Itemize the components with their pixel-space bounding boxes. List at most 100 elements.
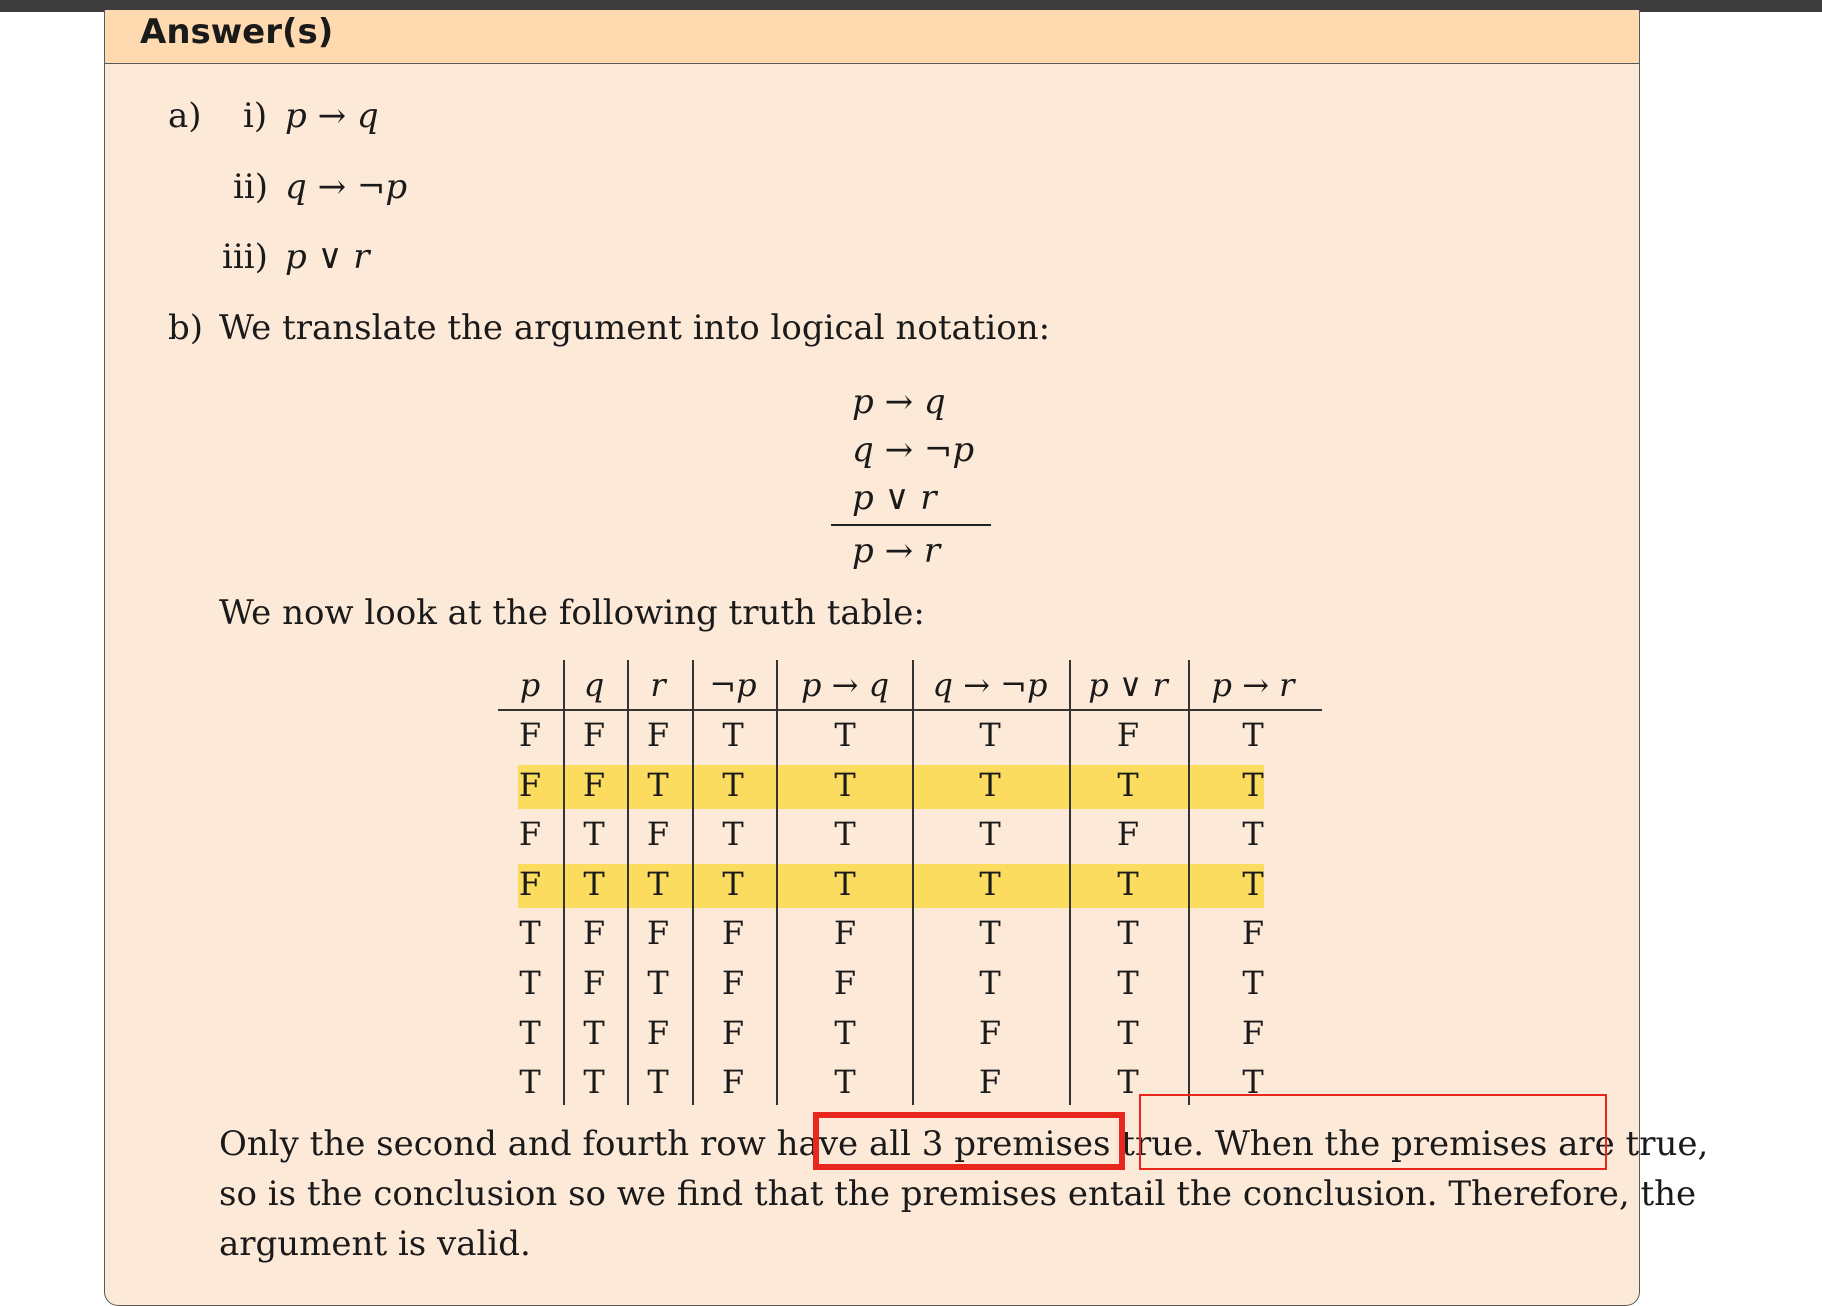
table-cell-r7-c1: T [519,1013,541,1052]
table-cell-r2-c5: T [834,765,856,804]
table-header-3: r [650,666,666,704]
table-cell-r6-c2: F [582,964,606,1002]
highlighted-row-2 [518,764,1264,809]
table-cell-r1-c6: T [979,716,1001,754]
table-cell-r3-c8: T [1242,815,1264,854]
table-header-rule [498,709,1322,711]
table-cell-r3-c6: T [979,815,1001,854]
table-cell-r4-c5: T [834,864,856,903]
table-cell-r6-c1: T [519,964,541,1002]
table-header-8: p → r [1211,666,1295,704]
table-cell-r4-c4: T [722,864,744,903]
table-cell-r5-c6: T [979,914,1001,953]
table-column-separator-6 [1069,660,1071,1105]
table-cell-r3-c2: T [583,815,605,854]
table-cell-r8-c3: T [647,1063,669,1102]
highlighted-row-4 [518,863,1264,908]
table-cell-r4-c8: T [1242,864,1264,903]
table-cell-r1-c4: T [722,716,744,754]
table-cell-r8-c7: T [1117,1063,1139,1102]
part-b-label: b) [168,308,204,348]
table-cell-r4-c7: T [1117,864,1139,903]
table-cell-r5-c7: T [1117,914,1139,953]
part-a-item-1-expression: p → q [285,96,379,136]
table-cell-r3-c5: T [834,815,856,854]
table-cell-r2-c4: T [722,765,744,804]
table-cell-r8-c4: F [721,1063,745,1102]
part-a-item-3-expression: p ∨ r [285,237,370,277]
table-header-6: q → ¬p [932,666,1048,704]
table-cell-r8-c6: F [978,1063,1002,1102]
table-cell-r6-c5: F [833,964,857,1002]
argument-conclusion: p → r [852,531,941,571]
table-column-separator-2 [627,660,629,1105]
table-cell-r3-c1: F [518,815,542,854]
part-a-item-3-number: iii) [222,237,268,277]
red-annotation-box-thick [813,1112,1125,1170]
table-cell-r7-c4: F [721,1013,745,1052]
table-column-separator-3 [692,660,694,1105]
table-cell-r5-c4: F [721,914,745,953]
table-cell-r2-c8: T [1242,765,1264,804]
table-cell-r7-c5: T [834,1013,856,1052]
part-a-item-1-number: i) [243,96,268,136]
table-cell-r5-c3: F [646,914,670,953]
table-cell-r1-c5: T [834,716,856,754]
red-annotation-box-thin [1139,1094,1607,1170]
table-cell-r1-c3: F [646,716,670,754]
table-cell-r3-c4: T [722,815,744,854]
conclusion-line-2: so is the conclusion so we find that the… [219,1174,1697,1214]
premise-3: p ∨ r [852,478,937,518]
table-cell-r8-c2: T [583,1063,605,1102]
answer-title: Answer(s) [140,12,334,52]
table-column-separator-5 [912,660,914,1105]
argument-divider-line [831,524,991,526]
table-cell-r6-c6: T [979,964,1001,1002]
table-cell-r1-c7: F [1116,716,1140,754]
table-cell-r5-c2: F [582,914,606,953]
table-cell-r1-c2: F [582,716,606,754]
table-cell-r6-c4: F [721,964,745,1002]
table-header-7: p ∨ r [1088,666,1168,704]
table-cell-r2-c3: T [647,765,669,804]
part-a-item-2-expression: q → ¬p [285,167,408,207]
part-b-intro: We translate the argument into logical n… [219,308,1051,348]
table-cell-r8-c1: T [519,1063,541,1102]
answer-box-header: Answer(s) [105,10,1639,64]
table-column-separator-7 [1188,660,1190,1105]
part-a-label: a) [168,96,202,136]
table-cell-r2-c7: T [1117,765,1139,804]
table-cell-r3-c3: F [646,815,670,854]
table-header-2: q [583,666,605,704]
table-cell-r2-c1: F [518,765,542,804]
table-header-1: p [519,666,541,704]
table-cell-r4-c3: T [647,864,669,903]
table-column-separator-1 [563,660,565,1105]
premise-2: q → ¬p [852,430,975,470]
table-cell-r2-c2: F [582,765,606,804]
table-cell-r7-c7: T [1117,1013,1139,1052]
table-cell-r4-c6: T [979,864,1001,903]
table-cell-r7-c2: T [583,1013,605,1052]
truth-table-intro: We now look at the following truth table… [219,593,925,633]
table-header-4: ¬p [709,666,757,704]
conclusion-line-3: argument is valid. [219,1224,531,1264]
premise-1: p → q [852,382,946,422]
table-cell-r6-c7: T [1117,964,1139,1002]
table-cell-r2-c6: T [979,765,1001,804]
table-cell-r8-c5: T [834,1063,856,1102]
table-cell-r3-c7: F [1116,815,1140,854]
table-cell-r4-c1: F [518,864,542,903]
table-cell-r7-c3: F [646,1013,670,1052]
table-cell-r4-c2: T [583,864,605,903]
table-cell-r1-c1: F [518,716,542,754]
table-cell-r5-c8: F [1241,914,1265,953]
table-cell-r6-c8: T [1242,964,1264,1002]
part-a-item-2-number: ii) [233,167,269,207]
table-header-5: p → q [800,666,890,704]
table-cell-r1-c8: T [1242,716,1264,754]
table-cell-r6-c3: T [647,964,669,1002]
table-cell-r7-c8: F [1241,1013,1265,1052]
table-cell-r7-c6: F [978,1013,1002,1052]
table-column-separator-4 [776,660,778,1105]
